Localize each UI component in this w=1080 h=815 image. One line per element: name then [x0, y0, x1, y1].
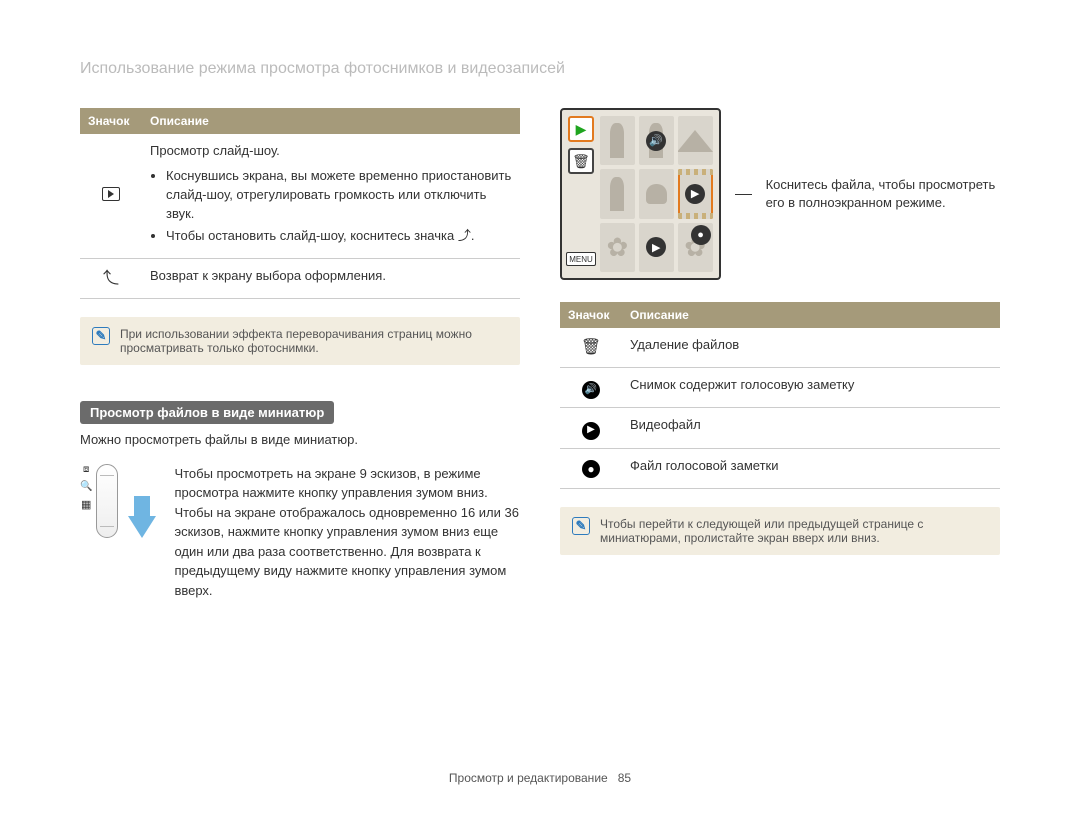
trash-icon: [581, 336, 601, 359]
footer-chapter: Просмотр и редактирование: [449, 771, 608, 785]
left-icon-table: Значок Описание Просмотр слайд-шоу. Косн…: [80, 108, 520, 299]
bullet-text: Чтобы остановить слайд-шоу, коснитесь зн…: [166, 227, 512, 246]
zoom-in-icon: ⧈: [83, 464, 89, 475]
footer-page-number: 85: [618, 771, 631, 785]
thumb-cell[interactable]: ✿: [600, 223, 635, 272]
right-th-desc: Описание: [622, 302, 1000, 328]
thumb-cell[interactable]: ▶: [639, 223, 674, 272]
back-icon: [103, 270, 119, 287]
play-icon: ▶: [582, 422, 600, 440]
table-row: Просмотр слайд-шоу. Коснувшись экрана, в…: [80, 134, 520, 259]
magnifier-icon: 🔍: [80, 481, 92, 492]
slideshow-icon: [102, 187, 120, 201]
down-arrow-icon: [128, 516, 156, 538]
table-row: 🔊 Снимок содержит голосовую заметку: [560, 368, 1000, 408]
right-note-text: Чтобы перейти к следующей или предыдущей…: [600, 517, 988, 545]
play-icon: ▶: [685, 184, 705, 204]
right-icon-table: Значок Описание Удаление файлов 🔊 Снимок…: [560, 302, 1000, 489]
thumb-cell[interactable]: ✿●: [678, 223, 713, 272]
right-desc: Видеофайл: [622, 408, 1000, 448]
slideshow-headline: Просмотр слайд-шоу.: [150, 143, 280, 158]
mic-icon: ●: [691, 225, 711, 245]
right-th-icon: Значок: [560, 302, 622, 328]
thumb-intro: Можно просмотреть файлы в виде миниатюр.: [80, 430, 520, 450]
right-desc: Удаление файлов: [622, 328, 1000, 368]
mic-icon: ●: [582, 460, 600, 478]
left-th-desc: Описание: [142, 108, 520, 134]
speaker-icon: 🔊: [582, 381, 600, 399]
thumb-cell[interactable]: [639, 169, 674, 218]
table-row: ● Файл голосовой заметки: [560, 448, 1000, 488]
left-note-text: При использовании эффекта переворачивани…: [120, 327, 508, 355]
table-row: ▶ Видеофайл: [560, 408, 1000, 448]
bullet-text: Коснувшись экрана, вы можете временно пр…: [166, 167, 512, 224]
thumb-cell-selected[interactable]: ▶: [678, 169, 713, 218]
zoom-illustration: ⧈ 🔍 ▦: [80, 464, 156, 538]
thumbnail-screen: ▶ 🗑 MENU 🔊 ▶ ✿ ▶ ✿●: [560, 108, 721, 280]
strip-play-button[interactable]: ▶: [568, 116, 594, 142]
strip-delete-button[interactable]: 🗑: [568, 148, 594, 174]
thumb-cell[interactable]: [600, 116, 635, 165]
left-th-icon: Значок: [80, 108, 142, 134]
thumb-howto-text: Чтобы просмотреть на экране 9 эскизов, в…: [174, 464, 520, 601]
table-row: Удаление файлов: [560, 328, 1000, 368]
page-title: Использование режима просмотра фотоснимк…: [80, 60, 1000, 78]
note-icon: ✎: [92, 327, 110, 345]
left-note: ✎ При использовании эффекта переворачива…: [80, 317, 520, 365]
play-icon: ▶: [646, 237, 666, 257]
back-desc: Возврат к экрану выбора оформления.: [142, 259, 520, 299]
right-desc: Файл голосовой заметки: [622, 448, 1000, 488]
speaker-icon: 🔊: [646, 131, 666, 151]
thumb-cell[interactable]: [678, 116, 713, 165]
thumb-heading: Просмотр файлов в виде миниатюр: [80, 401, 334, 424]
thumb-cell[interactable]: [600, 169, 635, 218]
thumb-cell[interactable]: 🔊: [639, 116, 674, 165]
right-note: ✎ Чтобы перейти к следующей или предыдущ…: [560, 507, 1000, 555]
page-footer: Просмотр и редактирование 85: [0, 771, 1080, 785]
zoom-control: [96, 464, 118, 538]
table-row: Возврат к экрану выбора оформления.: [80, 259, 520, 299]
right-desc: Снимок содержит голосовую заметку: [622, 368, 1000, 408]
note-icon: ✎: [572, 517, 590, 535]
strip-menu-button[interactable]: MENU: [566, 252, 596, 266]
callout-leader: [735, 194, 752, 195]
callout-text: Коснитесь файла, чтобы просмотреть его в…: [766, 176, 1000, 212]
zoom-out-icon: ▦: [81, 498, 91, 511]
